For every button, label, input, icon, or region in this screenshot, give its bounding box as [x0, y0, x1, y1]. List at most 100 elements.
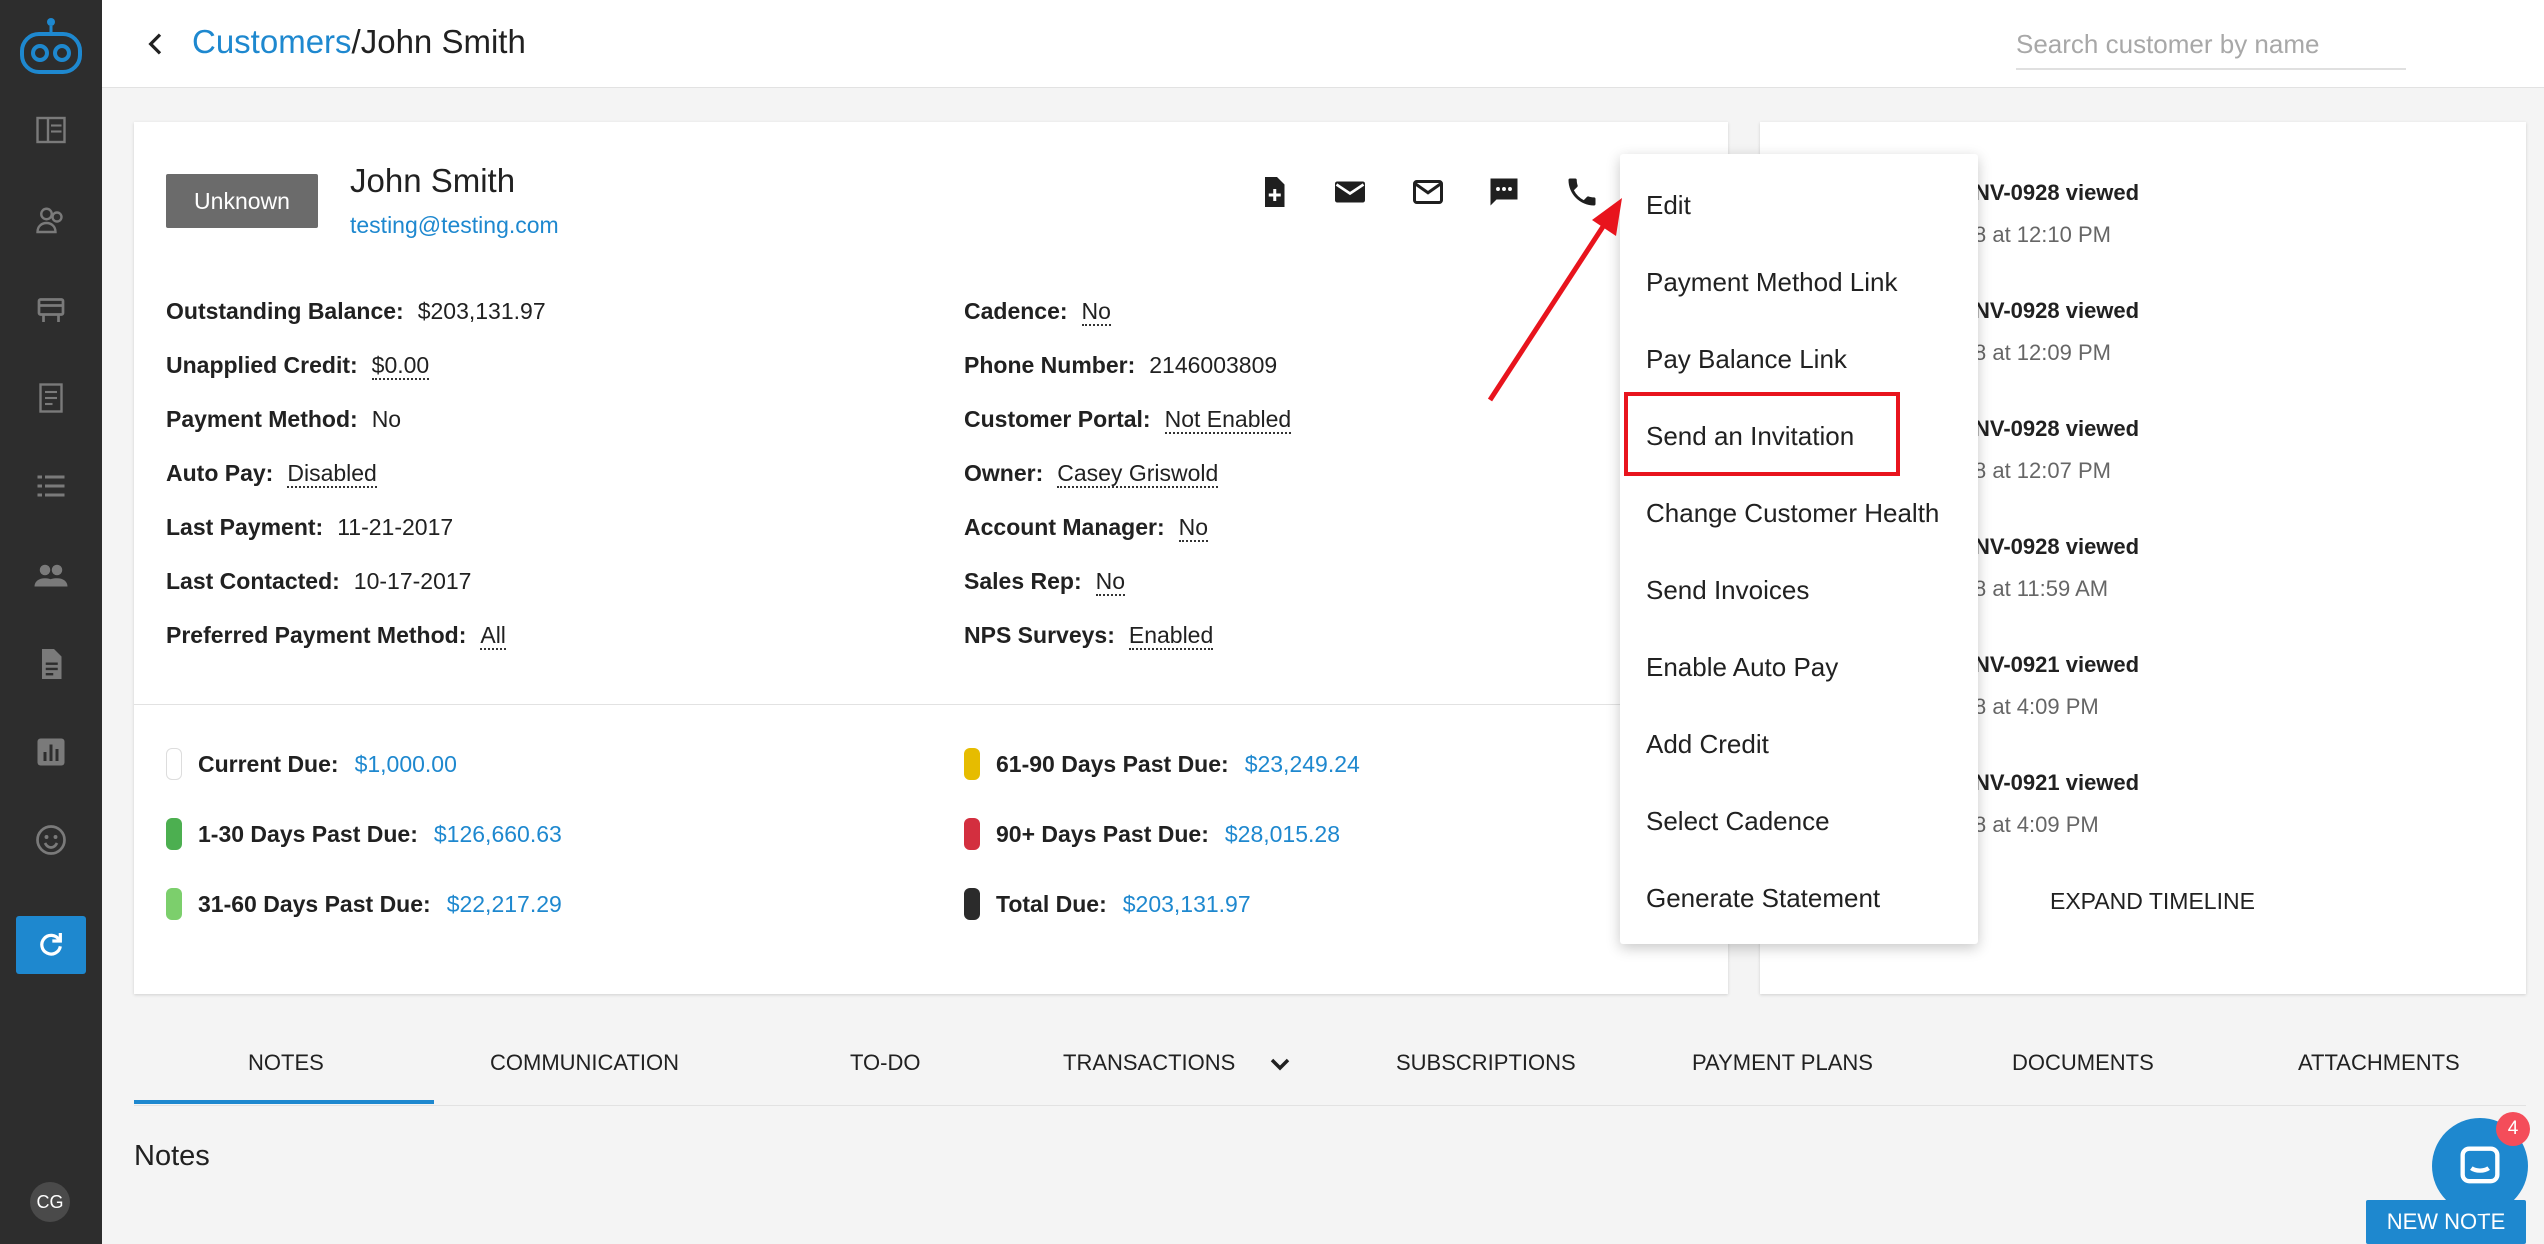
- aging-amount-link[interactable]: $22,217.29: [447, 891, 562, 918]
- tab-documents[interactable]: DOCUMENTS: [2012, 1050, 2154, 1076]
- phone-icon[interactable]: [1560, 170, 1604, 214]
- email-icon[interactable]: [1328, 170, 1372, 214]
- menu-item-pay-balance-link[interactable]: Pay Balance Link: [1646, 344, 1847, 375]
- menu-item-change-customer-health[interactable]: Change Customer Health: [1646, 498, 1939, 529]
- customer-tabs: NOTES COMMUNICATION TO-DO TRANSACTIONS S…: [134, 1020, 2526, 1106]
- breadcrumb-separator: /: [351, 23, 361, 60]
- aging-swatch: [166, 818, 182, 850]
- dashboard-icon[interactable]: [31, 110, 71, 150]
- timeline-event-time: 8 at 12:07 PM: [1974, 458, 2111, 483]
- reports-icon[interactable]: [31, 732, 71, 772]
- timeline-event-time: 8 at 12:10 PM: [1974, 222, 2111, 247]
- aging-amount-link[interactable]: $28,015.28: [1225, 821, 1340, 848]
- timeline-event-time: 8 at 11:59 AM: [1974, 576, 2109, 601]
- aging-amount-link[interactable]: $1,000.00: [355, 751, 457, 778]
- expand-timeline-button[interactable]: EXPAND TIMELINE: [2050, 888, 2255, 915]
- top-header: Customers/John Smith: [102, 0, 2544, 88]
- field-phone-number: Phone Number: 2146003809: [964, 352, 1278, 378]
- refresh-icon: [40, 933, 62, 956]
- tab-to-do[interactable]: TO-DO: [850, 1050, 920, 1076]
- aging-swatch: [166, 888, 182, 920]
- timeline-event-title: NV-0921 viewed: [1974, 770, 2140, 795]
- aging-amount-link[interactable]: $126,660.63: [434, 821, 562, 848]
- chat-unread-badge: 4: [2496, 1112, 2530, 1146]
- chat-icon: [2460, 1146, 2500, 1184]
- menu-item-select-cadence[interactable]: Select Cadence: [1646, 806, 1830, 837]
- invoices-icon[interactable]: [31, 378, 71, 418]
- customer-email-link[interactable]: testing@testing.com: [350, 212, 559, 239]
- breadcrumb: Customers/John Smith: [192, 23, 526, 61]
- field-nps-surveys[interactable]: NPS Surveys: Enabled: [964, 622, 1214, 650]
- tab-attachments[interactable]: ATTACHMENTS: [2298, 1050, 2460, 1076]
- field-auto-pay[interactable]: Auto Pay: Disabled: [166, 460, 377, 488]
- people-icon[interactable]: [31, 556, 71, 596]
- back-chevron-icon[interactable]: [140, 28, 172, 60]
- menu-item-send-invoices[interactable]: Send Invoices: [1646, 575, 1809, 606]
- chevron-down-icon[interactable]: [1264, 1048, 1296, 1080]
- aging-amount-link[interactable]: $203,131.97: [1123, 891, 1251, 918]
- menu-item-add-credit[interactable]: Add Credit: [1646, 729, 1769, 760]
- highlight-box: [1624, 392, 1900, 476]
- field-last-contacted: Last Contacted: 10-17-2017: [166, 568, 472, 594]
- sms-icon[interactable]: [1482, 170, 1526, 214]
- field-outstanding-balance: Outstanding Balance: $203,131.97: [166, 298, 546, 324]
- tab-notes[interactable]: NOTES: [248, 1050, 324, 1076]
- timeline-event-time: 8 at 12:09 PM: [1974, 340, 2111, 365]
- field-owner[interactable]: Owner: Casey Griswold: [964, 460, 1219, 488]
- aging-90-plus-days: 90+ Days Past Due: $28,015.28: [964, 818, 1340, 850]
- new-document-icon[interactable]: [1252, 170, 1296, 214]
- field-cadence[interactable]: Cadence: No: [964, 298, 1111, 326]
- aging-swatch: [964, 888, 980, 920]
- timeline-event-time: 8 at 4:09 PM: [1974, 694, 2099, 719]
- active-tab-indicator: [134, 1100, 434, 1104]
- aging-31-60-days: 31-60 Days Past Due: $22,217.29: [166, 888, 562, 920]
- tab-transactions[interactable]: TRANSACTIONS: [1063, 1050, 1235, 1076]
- breadcrumb-current: John Smith: [360, 23, 526, 60]
- field-sales-rep[interactable]: Sales Rep: No: [964, 568, 1126, 596]
- smiley-icon[interactable]: [31, 820, 71, 860]
- aging-total-due: Total Due: $203,131.97: [964, 888, 1251, 920]
- robot-logo-icon[interactable]: [16, 16, 86, 78]
- timeline-event-time: 8 at 4:09 PM: [1974, 812, 2099, 837]
- sidebar: CG: [0, 0, 102, 1244]
- customer-search-input[interactable]: [2016, 20, 2406, 70]
- tab-communication[interactable]: COMMUNICATION: [490, 1050, 679, 1076]
- timeline-event-title: NV-0921 viewed: [1974, 652, 2140, 677]
- document-icon[interactable]: [31, 644, 71, 684]
- timeline-event-title: NV-0928 viewed: [1974, 534, 2140, 559]
- aging-swatch: [166, 748, 182, 780]
- customer-actions-menu: Edit Payment Method Link Pay Balance Lin…: [1620, 154, 1978, 944]
- aging-61-90-days: 61-90 Days Past Due: $23,249.24: [964, 748, 1360, 780]
- aging-current-due: Current Due: $1,000.00: [166, 748, 457, 780]
- tab-payment-plans[interactable]: PAYMENT PLANS: [1692, 1050, 1873, 1076]
- aging-amount-link[interactable]: $23,249.24: [1245, 751, 1360, 778]
- customer-health-status-badge[interactable]: Unknown: [166, 174, 318, 228]
- customers-icon[interactable]: [31, 200, 71, 240]
- email-outline-icon[interactable]: [1406, 170, 1450, 214]
- aging-1-30-days: 1-30 Days Past Due: $126,660.63: [166, 818, 562, 850]
- timeline-event-title: NV-0928 viewed: [1974, 180, 2140, 205]
- menu-item-generate-statement[interactable]: Generate Statement: [1646, 883, 1880, 914]
- breadcrumb-customers-link[interactable]: Customers: [192, 23, 352, 60]
- field-preferred-payment-method[interactable]: Preferred Payment Method: All: [166, 622, 506, 650]
- refresh-button[interactable]: [16, 916, 86, 974]
- field-last-payment: Last Payment: 11-21-2017: [166, 514, 454, 540]
- notes-heading: Notes: [134, 1140, 210, 1172]
- payments-icon[interactable]: [31, 290, 71, 330]
- customer-details-card: Unknown John Smith testing@testing.com O…: [134, 122, 1728, 994]
- menu-item-enable-auto-pay[interactable]: Enable Auto Pay: [1646, 652, 1838, 683]
- list-icon[interactable]: [31, 466, 71, 506]
- timeline-event-title: NV-0928 viewed: [1974, 298, 2140, 323]
- user-avatar[interactable]: CG: [30, 1182, 70, 1222]
- field-unapplied-credit[interactable]: Unapplied Credit: $0.00: [166, 352, 430, 380]
- customer-name: John Smith: [350, 162, 516, 199]
- aging-swatch: [964, 818, 980, 850]
- aging-swatch: [964, 748, 980, 780]
- field-customer-portal[interactable]: Customer Portal: Not Enabled: [964, 406, 1292, 434]
- field-account-manager[interactable]: Account Manager: No: [964, 514, 1209, 542]
- menu-item-edit[interactable]: Edit: [1646, 190, 1691, 221]
- section-divider: [134, 704, 1728, 705]
- tab-subscriptions[interactable]: SUBSCRIPTIONS: [1396, 1050, 1576, 1076]
- timeline-event-title: NV-0928 viewed: [1974, 416, 2140, 441]
- menu-item-payment-method-link[interactable]: Payment Method Link: [1646, 267, 1897, 298]
